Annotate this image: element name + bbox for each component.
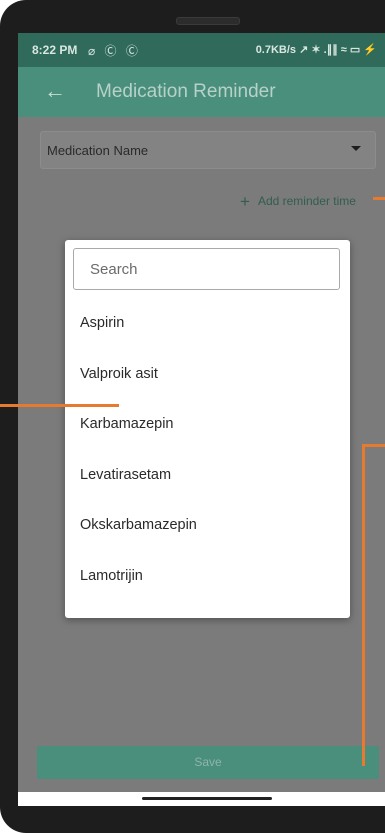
save-button[interactable]: Save bbox=[37, 746, 379, 779]
page-title: Medication Reminder bbox=[96, 81, 276, 102]
add-reminder-time-button[interactable]: + Add reminder time bbox=[240, 190, 356, 211]
status-indicators: 0.7KB/s ↗ ✶ .∥∥ ≈ ▭ ⚡ bbox=[255, 44, 377, 56]
add-reminder-time-label: Add reminder time bbox=[257, 194, 356, 208]
arrow-left-icon[interactable]: ← bbox=[44, 78, 66, 104]
medication-option[interactable]: Valproik asit bbox=[65, 349, 350, 400]
medication-name-dropdown[interactable]: Medication Name bbox=[40, 131, 376, 169]
search-field[interactable] bbox=[73, 248, 340, 290]
medication-option[interactable]: Okskarbamazepin bbox=[65, 500, 350, 551]
medication-search-dialog: Aspirin Valproik asit Karbamazepin Levat… bbox=[65, 240, 350, 618]
status-bar: 8:22 PM ⌀ Ⓒ Ⓒ 0.7KB/s ↗ ✶ .∥∥ ≈ ▭ ⚡ bbox=[18, 33, 385, 67]
callout-line-top-right bbox=[373, 197, 385, 200]
callout-line-right-vertical bbox=[362, 444, 365, 766]
app-bar: ← Medication Reminder bbox=[18, 67, 385, 117]
navigation-bar bbox=[18, 792, 385, 806]
notification-icons: ⌀ Ⓒ Ⓒ bbox=[88, 44, 141, 58]
search-input[interactable] bbox=[88, 260, 332, 279]
dropdown-arrow-icon bbox=[351, 146, 361, 151]
phone-frame: 8:22 PM ⌀ Ⓒ Ⓒ 0.7KB/s ↗ ✶ .∥∥ ≈ ▭ ⚡ ← Me… bbox=[0, 0, 385, 833]
medication-option[interactable]: Levatirasetam bbox=[65, 450, 350, 501]
phone-speaker bbox=[176, 17, 240, 25]
medication-option[interactable]: Lamotrijin bbox=[65, 551, 350, 602]
medication-option[interactable]: Aspirin bbox=[65, 298, 350, 349]
callout-line-left bbox=[0, 404, 119, 407]
status-time: 8:22 PM bbox=[32, 43, 78, 57]
medication-list: Aspirin Valproik asit Karbamazepin Levat… bbox=[65, 298, 350, 602]
home-gesture-handle[interactable] bbox=[142, 797, 272, 800]
plus-icon: + bbox=[240, 192, 250, 211]
medication-name-label: Medication Name bbox=[47, 143, 149, 158]
app-screen: 8:22 PM ⌀ Ⓒ Ⓒ 0.7KB/s ↗ ✶ .∥∥ ≈ ▭ ⚡ ← Me… bbox=[18, 33, 385, 806]
callout-line-right-horizontal bbox=[362, 444, 385, 447]
